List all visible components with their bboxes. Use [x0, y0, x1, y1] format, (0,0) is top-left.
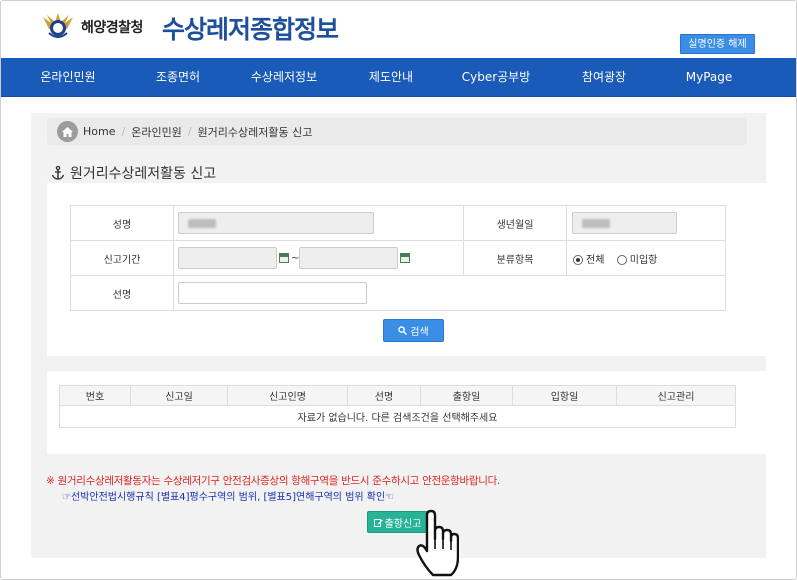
col-header: 선명	[347, 385, 421, 406]
col-header: 입항일	[512, 385, 617, 406]
search-button[interactable]: 검색	[383, 319, 444, 342]
breadcrumb-current: 원거리수상레저활동 신고	[197, 125, 313, 139]
content-area: Home / 온라인민원 / 원거리수상레저활동 신고 원거리수상레저활동 신고…	[31, 113, 777, 558]
ship-name-input[interactable]	[178, 282, 367, 304]
radio-all-label: 전체	[586, 254, 605, 266]
page-title-row: 원거리수상레저활동 신고	[51, 163, 216, 183]
site-title[interactable]: 수상레저종합정보	[162, 10, 339, 46]
breadcrumb-separator: /	[121, 125, 126, 138]
col-header: 신고일	[130, 385, 228, 406]
search-panel: 성명 생년월일 신고기간 ~ 분류항목 전체 미입항 선명 검색	[47, 183, 777, 356]
empty-message: 자료가 없습니다. 다른 검색조건을 선택해주세요	[59, 405, 736, 428]
radio-not-entered[interactable]	[616, 254, 627, 265]
nav-item-cyber-study[interactable]: Cyber공부방	[451, 58, 541, 97]
nav-item-participation[interactable]: 참여광장	[559, 58, 649, 97]
table-row: 자료가 없습니다. 다른 검색조건을 선택해주세요	[59, 405, 736, 428]
nav-item-license[interactable]: 조종면허	[133, 58, 223, 97]
breadcrumb-level1[interactable]: 온라인민원	[131, 124, 182, 140]
pointer-hand-icon	[416, 509, 459, 577]
results-panel: 번호 신고일 신고인명 선명 출항일 입항일 신고관리 자료가 없습니다. 다른…	[47, 371, 777, 454]
search-icon	[398, 326, 408, 335]
col-header: 번호	[59, 385, 131, 406]
page-title: 원거리수상레저활동 신고	[70, 166, 217, 182]
calendar-icon[interactable]	[400, 253, 411, 263]
browser-frame: 해양경찰청 수상레저종합정보 실명인증 해제 온라인민원 조종면허 수상레저정보…	[0, 0, 797, 580]
birth-label: 생년월일	[463, 205, 567, 241]
col-header: 출항일	[420, 385, 513, 406]
home-icon[interactable]	[57, 121, 78, 142]
breadcrumb: Home / 온라인민원 / 원거리수상레저활동 신고	[47, 118, 747, 145]
category-label: 분류항목	[463, 240, 567, 276]
birth-input[interactable]	[572, 212, 677, 234]
radio-all[interactable]	[573, 254, 583, 265]
nav-item-mypage[interactable]: MyPage	[664, 58, 754, 97]
name-label: 성명	[70, 205, 174, 241]
nav-item-leisure-info[interactable]: 수상레저정보	[239, 58, 329, 97]
search-button-label: 검색	[410, 327, 429, 338]
table-header-row: 번호 신고일 신고인명 선명 출항일 입항일 신고관리	[59, 385, 736, 406]
period-start-input[interactable]	[178, 247, 277, 269]
results-table: 번호 신고일 신고인명 선명 출항일 입항일 신고관리 자료가 없습니다. 다른…	[59, 385, 736, 428]
navigation-area-link[interactable]: ☞선박안전법시행규칙 [별표4]평수구역의 범위, [별표5]연해구역의 범위 …	[62, 488, 394, 503]
masked-value	[582, 219, 610, 228]
col-header: 신고관리	[616, 385, 736, 406]
breadcrumb-home[interactable]: Home	[83, 125, 115, 138]
cert-logout-button[interactable]: 실명인증 해제	[680, 34, 755, 54]
period-label: 신고기간	[70, 240, 174, 276]
coast-guard-emblem-icon	[43, 13, 73, 38]
anchor-icon	[51, 166, 65, 180]
calendar-icon[interactable]	[279, 253, 289, 263]
breadcrumb-separator: /	[187, 125, 192, 138]
radio-not-entered-label: 미입항	[629, 254, 658, 266]
edit-icon	[373, 518, 383, 527]
safety-notice: ※ 원거리수상레저활동자는 수상레저기구 안전검사증상의 항해구역을 반드시 준…	[46, 475, 500, 487]
nav-item-system-guide[interactable]: 제도안내	[346, 58, 436, 97]
nav-item-online-service[interactable]: 온라인민원	[23, 58, 113, 97]
name-input[interactable]	[178, 212, 374, 234]
site-header: 해양경찰청 수상레저종합정보 실명인증 해제	[1, 1, 796, 57]
agency-logo[interactable]: 해양경찰청	[41, 11, 143, 43]
search-form: 성명 생년월일 신고기간 ~ 분류항목 전체 미입항 선명	[70, 205, 726, 311]
period-separator: ~	[291, 253, 300, 264]
col-header: 신고인명	[227, 385, 348, 406]
ship-label: 선명	[70, 275, 174, 311]
agency-name: 해양경찰청	[81, 20, 143, 36]
masked-value	[188, 219, 216, 228]
period-end-input[interactable]	[299, 247, 399, 269]
main-nav: 온라인민원 조종면허 수상레저정보 제도안내 Cyber공부방 참여광장 MyP…	[1, 58, 796, 97]
